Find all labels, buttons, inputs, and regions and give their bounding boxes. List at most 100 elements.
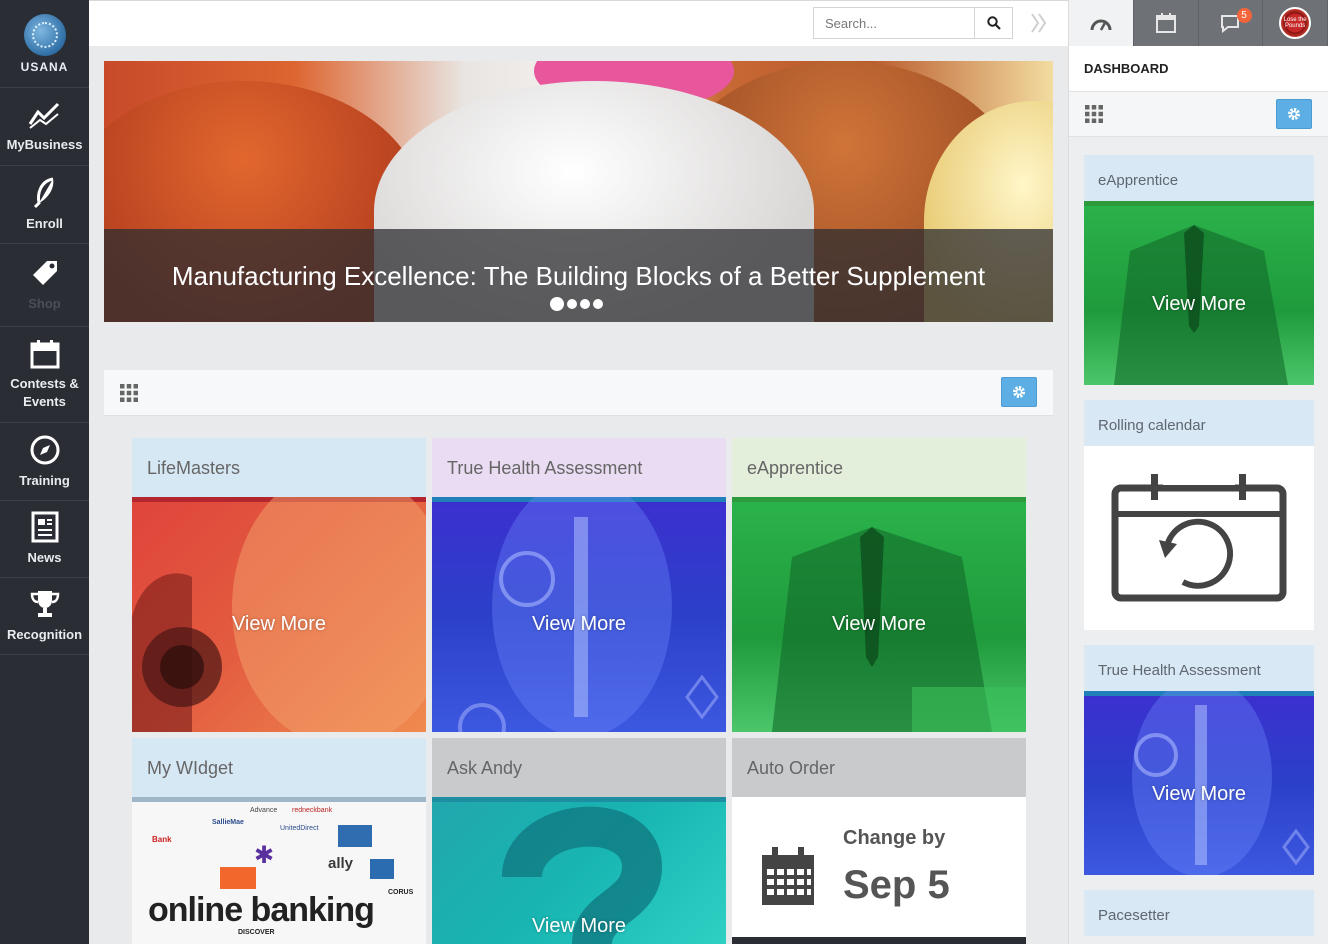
- tile-image: Advance redneckbank Bank SallieMae Unite…: [132, 797, 426, 944]
- newspaper-icon: [31, 511, 58, 543]
- tile-ask-andy[interactable]: Ask Andy View More: [432, 738, 726, 944]
- tile-title: eApprentice: [732, 438, 1026, 497]
- change-by-date: Sep 5: [843, 863, 950, 907]
- logo-text: SallieMae: [212, 819, 244, 826]
- logo-box: [338, 825, 372, 847]
- view-more-link[interactable]: View More: [1084, 783, 1314, 806]
- panel-card-content: [1084, 446, 1314, 630]
- usana-logo[interactable]: USANA: [0, 0, 89, 88]
- logo-text: DISCOVER: [238, 929, 275, 936]
- calendar-icon: [1155, 13, 1176, 33]
- sidebar-item-shop[interactable]: Shop: [0, 244, 89, 327]
- double-chevron-right-icon[interactable]: [1027, 10, 1051, 36]
- panel-card-true-health-assessment[interactable]: True Health Assessment View More: [1084, 645, 1314, 875]
- tile-title: Auto Order: [732, 738, 1026, 797]
- tile-title: True Health Assessment: [432, 438, 726, 497]
- grid-icon[interactable]: [120, 384, 138, 402]
- tile-true-health-assessment[interactable]: True Health Assessment View More: [432, 438, 726, 732]
- sidebar-item-news[interactable]: News: [0, 501, 89, 578]
- view-more-link[interactable]: View More: [432, 915, 726, 938]
- tile-lifemasters[interactable]: LifeMasters View More: [132, 438, 426, 732]
- notification-badge: 5: [1236, 8, 1252, 23]
- carousel-dot[interactable]: [580, 299, 590, 309]
- hero-banner[interactable]: Manufacturing Excellence: The Building B…: [104, 61, 1053, 322]
- brand-name: USANA: [20, 59, 69, 74]
- panel-tabs: 5 Lose the Pounds: [1069, 0, 1328, 46]
- sidebar-item-enroll[interactable]: Enroll: [0, 166, 89, 244]
- chart-line-icon: [28, 102, 59, 129]
- panel-card-pacesetter[interactable]: Pacesetter: [1084, 890, 1314, 936]
- panel-title: DASHBOARD: [1069, 46, 1328, 92]
- tile-image: View More: [732, 497, 1026, 732]
- tile-auto-order[interactable]: Auto Order Change by Sep 5: [732, 738, 1026, 944]
- sidebar-item-label: Shop: [28, 296, 61, 311]
- calendar-icon: [30, 339, 59, 368]
- tab-notifications[interactable]: 5: [1199, 0, 1264, 46]
- view-more-link[interactable]: View More: [1084, 293, 1314, 316]
- panel-card-title: eApprentice: [1084, 155, 1314, 201]
- logo-text: UnitedDirect: [280, 825, 319, 832]
- panel-card-image: View More: [1084, 691, 1314, 875]
- carousel-dot[interactable]: [593, 299, 603, 309]
- logo-text: Bank: [152, 835, 172, 844]
- tile-image: View More: [432, 497, 726, 732]
- sidebar-item-training[interactable]: Training: [0, 423, 89, 501]
- avatar: Lose the Pounds: [1279, 7, 1312, 39]
- sidebar-item-mybusiness[interactable]: MyBusiness: [0, 88, 89, 166]
- sidebar-item-label: Training: [19, 472, 70, 488]
- tab-dashboard[interactable]: [1069, 0, 1134, 46]
- settings-button[interactable]: [1001, 377, 1037, 407]
- sidebar-item-contests-events[interactable]: Contests & Events: [0, 327, 89, 423]
- usana-logo-icon: [23, 13, 66, 56]
- grid-icon[interactable]: [1085, 105, 1103, 123]
- logo-box: [370, 859, 394, 879]
- view-more-link[interactable]: View More: [432, 613, 726, 636]
- carousel-dot[interactable]: [567, 299, 577, 309]
- sidebar-item-recognition[interactable]: Recognition: [0, 578, 89, 655]
- panel-card-image: View More: [1084, 201, 1314, 385]
- logo-text: CORUS: [388, 889, 414, 896]
- panel-card-rolling-calendar[interactable]: Rolling calendar: [1084, 400, 1314, 630]
- tile-image: View More: [432, 797, 726, 944]
- view-more-link[interactable]: View More: [732, 613, 1026, 636]
- sidebar-item-label: Enroll: [26, 215, 63, 231]
- trophy-icon: [30, 591, 59, 617]
- logo-text: ally: [328, 855, 354, 872]
- tile-title: Ask Andy: [432, 738, 726, 797]
- speedometer-icon: [1090, 19, 1112, 31]
- search-box: [813, 7, 1013, 39]
- panel-settings-button[interactable]: [1276, 99, 1312, 129]
- logo-star: ✱: [254, 842, 275, 869]
- search-icon: [986, 16, 1001, 30]
- compass-icon: [30, 435, 59, 464]
- tab-profile[interactable]: Lose the Pounds: [1263, 0, 1328, 46]
- panel-card-eapprentice[interactable]: eApprentice View More: [1084, 155, 1314, 385]
- tag-icon: [32, 261, 57, 285]
- panel-toolbar: [1069, 92, 1328, 137]
- sidebar-item-label: MyBusiness: [6, 136, 83, 152]
- logo-box: [220, 867, 256, 889]
- panel-card-title: Pacesetter: [1084, 890, 1314, 936]
- logo-text: Advance: [250, 807, 278, 814]
- tile-my-widget[interactable]: My WIdget Advance redneckbank Bank Salli…: [132, 738, 426, 944]
- sidebar-item-label: News: [27, 550, 62, 565]
- tile-image: View More: [132, 497, 426, 732]
- carousel-dots: [550, 297, 603, 311]
- feather-icon: [33, 177, 53, 208]
- change-by-label: Change by: [843, 827, 946, 849]
- tile-content: Change by Sep 5: [732, 797, 1026, 944]
- gear-icon: [1013, 386, 1025, 398]
- sidebar-item-label: Contests & Events: [10, 375, 79, 409]
- panel-card-title: Rolling calendar: [1084, 400, 1314, 446]
- tile-title: LifeMasters: [132, 438, 426, 497]
- sidebar-item-label: Recognition: [6, 627, 83, 642]
- rolling-calendar-icon: [1111, 474, 1287, 602]
- tile-title: My WIdget: [132, 738, 426, 797]
- tab-calendar[interactable]: [1134, 0, 1199, 46]
- search-input[interactable]: [814, 8, 974, 38]
- carousel-dot[interactable]: [550, 297, 564, 311]
- tile-eapprentice[interactable]: eApprentice View More: [732, 438, 1026, 732]
- calendar-icon: [762, 847, 814, 905]
- search-button[interactable]: [974, 8, 1012, 38]
- view-more-link[interactable]: View More: [132, 613, 426, 636]
